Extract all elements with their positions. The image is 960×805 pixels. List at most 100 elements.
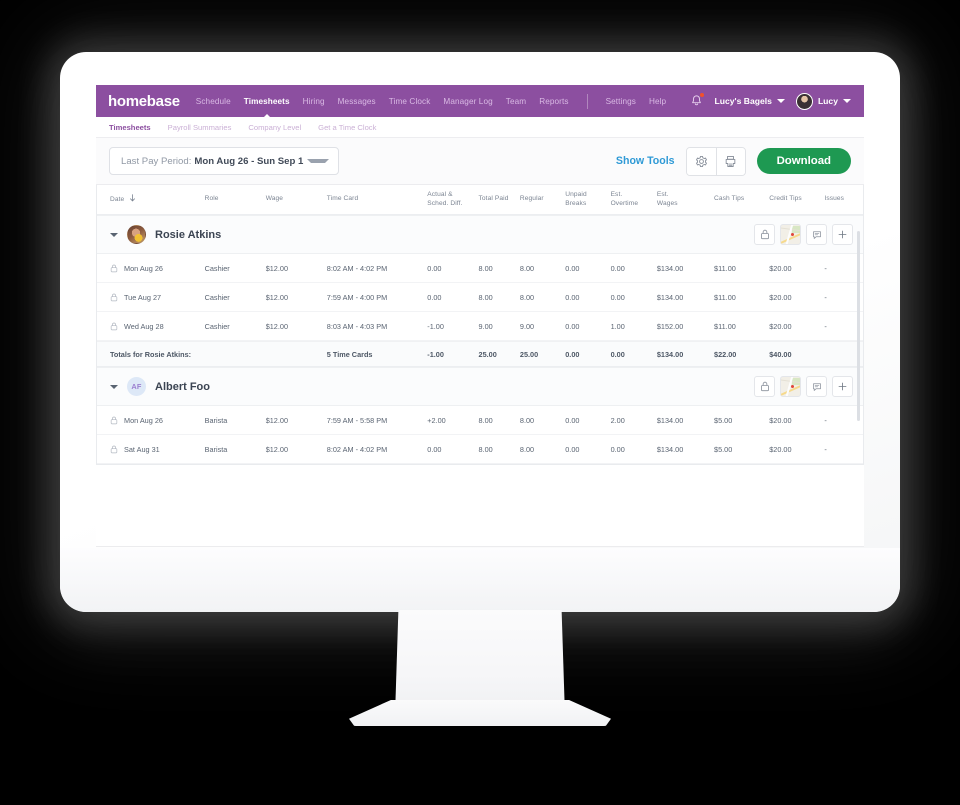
cell-diff: 0.00 — [427, 444, 442, 454]
cell-regular: 8.00 — [519, 292, 535, 302]
nav-link-messages[interactable]: Messages — [338, 97, 376, 106]
employee-name[interactable]: Albert Foo — [155, 381, 210, 393]
nav-link-reports[interactable]: Reports — [539, 97, 568, 106]
cell-est-overtime: 1.00 — [610, 321, 625, 331]
subnav-item-company-level[interactable]: Company Level — [248, 123, 301, 132]
location-map-button[interactable] — [780, 224, 801, 245]
column-header-est-wages[interactable]: Est. Wages — [657, 191, 714, 207]
subnav-item-get-a-time-clock[interactable]: Get a Time Clock — [318, 123, 376, 132]
vertical-scrollbar[interactable] — [857, 231, 860, 421]
cell-regular: 8.00 — [519, 415, 535, 425]
nav-link-time-clock[interactable]: Time Clock — [389, 97, 431, 106]
avatar — [795, 92, 813, 110]
nav-link-team[interactable]: Team — [506, 97, 526, 106]
timesheet-table: Date Role Wage Time Card Actual & Sched.… — [96, 185, 864, 465]
employee-totals-row: Totals for Rosie Atkins: 5 Time Cards -1… — [97, 341, 863, 367]
column-header-role[interactable]: Role — [205, 195, 266, 203]
add-time-card-button[interactable] — [832, 224, 853, 245]
location-switcher[interactable]: Lucy's Bagels — [714, 96, 785, 106]
column-header-date[interactable]: Date — [110, 194, 205, 204]
settings-button[interactable] — [686, 147, 716, 175]
column-header-total-paid[interactable]: Total Paid — [479, 195, 520, 203]
column-header-cash-tips[interactable]: Cash Tips — [714, 195, 769, 203]
homebase-logo[interactable]: homebase — [108, 93, 180, 110]
nav-link-manager-log[interactable]: Manager Log — [443, 97, 492, 106]
cell-cash-tips: $11.00 — [714, 292, 736, 302]
cell-time-card[interactable]: 7:59 AM - 5:58 PM — [327, 416, 428, 425]
table-row[interactable]: Tue Aug 27 Cashier $12.00 7:59 AM - 4:00… — [97, 283, 863, 312]
nav-link-timesheets[interactable]: Timesheets — [244, 97, 290, 106]
pay-period-label: Last Pay Period: — [121, 155, 192, 167]
cell-time-card[interactable]: 7:59 AM - 4:00 PM — [327, 293, 428, 302]
avatar — [127, 225, 146, 244]
table-row[interactable]: Mon Aug 26 Barista $12.00 7:59 AM - 5:58… — [97, 406, 863, 435]
show-tools-button[interactable]: Show Tools — [616, 155, 675, 167]
download-button[interactable]: Download — [756, 148, 851, 174]
column-header-actual-sched-diff[interactable]: Actual & Sched. Diff. — [427, 191, 478, 207]
cell-est-wages: $134.00 — [656, 263, 684, 273]
cell-diff: -1.00 — [427, 321, 444, 331]
user-menu[interactable]: Lucy — [795, 92, 851, 110]
column-header-regular[interactable]: Regular — [520, 195, 565, 203]
gear-icon — [695, 155, 707, 167]
cell-est-wages: $134.00 — [656, 415, 684, 425]
column-header-time-card[interactable]: Time Card — [327, 195, 428, 203]
comment-button[interactable] — [806, 224, 827, 245]
column-header-unpaid-breaks[interactable]: Unpaid Breaks — [565, 191, 610, 207]
cell-total-paid: 8.00 — [478, 415, 493, 425]
print-button[interactable] — [715, 147, 745, 175]
add-time-card-button[interactable] — [832, 376, 853, 397]
nav-link-schedule[interactable]: Schedule — [196, 97, 231, 106]
notification-badge-dot — [700, 93, 705, 97]
lock-button[interactable] — [754, 224, 775, 245]
cell-role: Barista — [204, 415, 228, 425]
cell-est-overtime: 2.00 — [610, 415, 625, 425]
nav-link-settings[interactable]: Settings — [606, 97, 636, 106]
toolbar-icon-group — [685, 146, 746, 176]
cell-role: Cashier — [204, 292, 230, 302]
date-text: Wed Aug 28 — [124, 321, 164, 331]
notifications-button[interactable] — [690, 93, 705, 108]
cell-role: Cashier — [204, 321, 230, 331]
column-header-credit-tips[interactable]: Credit Tips — [769, 195, 824, 203]
cell-unpaid-breaks: 0.00 — [565, 444, 580, 454]
nav-divider — [586, 93, 588, 109]
cell-est-overtime: 0.00 — [610, 263, 625, 273]
chevron-down-icon — [307, 159, 329, 163]
cell-time-card[interactable]: 8:02 AM - 4:02 PM — [327, 264, 428, 273]
nav-link-hiring[interactable]: Hiring — [303, 97, 325, 106]
cell-diff: +2.00 — [427, 415, 446, 425]
column-header-est-overtime[interactable]: Est. Overtime — [611, 191, 657, 207]
subnav-item-timesheets[interactable]: Timesheets — [109, 123, 151, 132]
pay-period-select[interactable]: Last Pay Period: Mon Aug 26 - Sun Sep 1 — [109, 147, 339, 175]
column-header-wage[interactable]: Wage — [266, 195, 327, 203]
toolbar-actions: Show Tools Download — [616, 146, 851, 176]
cell-credit-tips: $20.00 — [769, 321, 792, 331]
cell-time-card[interactable]: 8:02 AM - 4:02 PM — [327, 445, 428, 454]
collapse-toggle-icon[interactable] — [110, 384, 118, 389]
location-map-button[interactable] — [780, 376, 801, 397]
nav-link-help[interactable]: Help — [649, 97, 666, 106]
subnav-item-payroll-summaries[interactable]: Payroll Summaries — [168, 123, 232, 132]
cell-unpaid-breaks: 0.00 — [565, 415, 580, 425]
comment-button[interactable] — [806, 376, 827, 397]
collapse-toggle-icon[interactable] — [110, 232, 118, 237]
lock-button[interactable] — [754, 376, 775, 397]
cell-credit-tips: $20.00 — [769, 292, 792, 302]
cell-issues: - — [824, 292, 827, 302]
column-header-issues[interactable]: Issues — [824, 195, 850, 203]
cell-issues: - — [824, 321, 827, 331]
plus-icon — [838, 382, 847, 391]
table-row[interactable]: Sat Aug 31 Barista $12.00 8:02 AM - 4:02… — [97, 435, 863, 464]
employee-name[interactable]: Rosie Atkins — [155, 229, 221, 241]
cell-diff: 0.00 — [427, 292, 442, 302]
lock-icon — [110, 322, 118, 330]
cell-wage: $12.00 — [265, 444, 289, 454]
table-row[interactable]: Mon Aug 26 Cashier $12.00 8:02 AM - 4:02… — [97, 254, 863, 283]
cell-time-card[interactable]: 8:03 AM - 4:03 PM — [327, 322, 428, 331]
date-text: Sat Aug 31 — [124, 444, 160, 454]
cell-total-paid: 8.00 — [478, 444, 493, 454]
map-pin-icon — [790, 385, 794, 388]
cell-total-paid: 8.00 — [478, 263, 493, 273]
table-row[interactable]: Wed Aug 28 Cashier $12.00 8:03 AM - 4:03… — [97, 312, 863, 341]
